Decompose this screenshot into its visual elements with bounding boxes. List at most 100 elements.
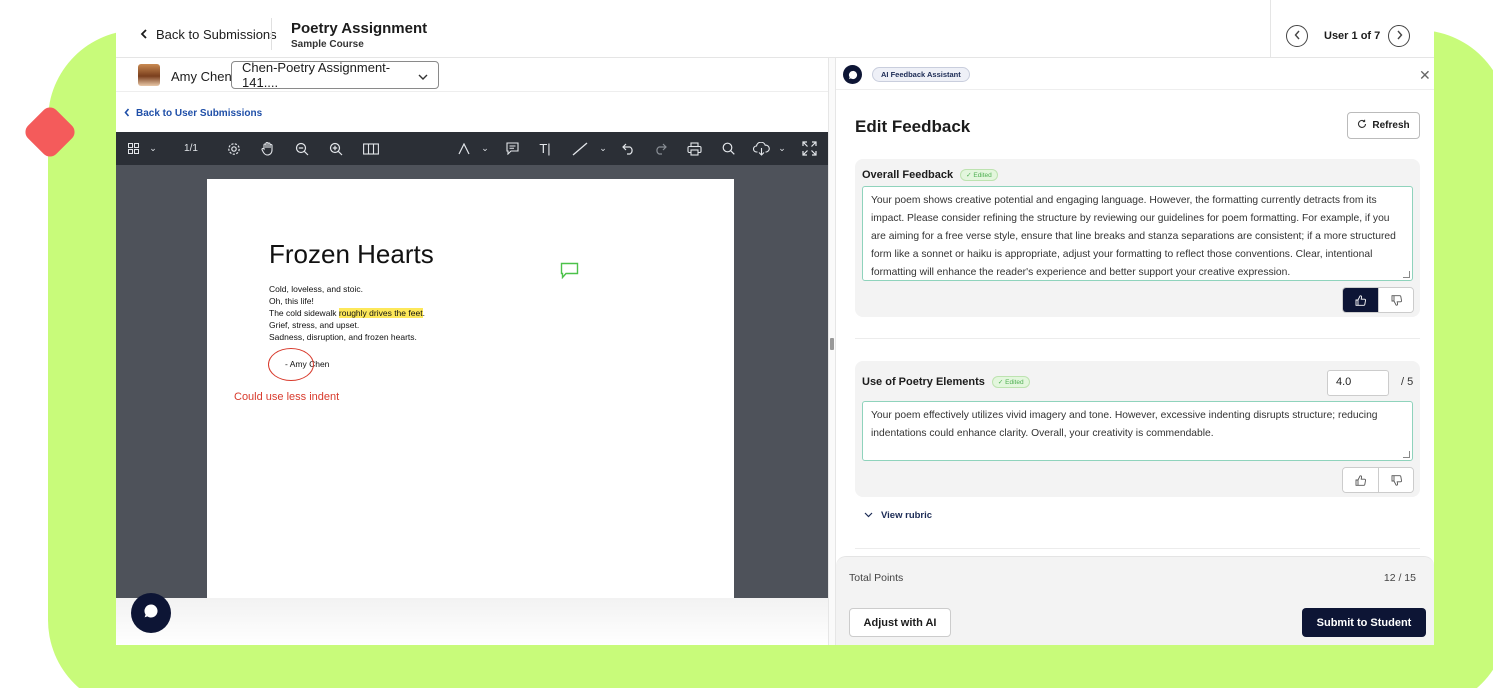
poem-line: Sadness, disruption, and frozen hearts. [269,332,417,342]
edited-badge: ✓ Edited [960,169,998,181]
back-to-user-submissions-link[interactable]: Back to User Submissions [124,108,262,120]
edited-badge: ✓ Edited [991,376,1030,388]
download-cloud-icon[interactable] [751,132,771,165]
chat-launcher-button[interactable] [131,593,171,633]
overall-feedback-textarea[interactable]: Your poem shows creative potential and e… [862,186,1413,281]
poem-title: Frozen Hearts [269,239,434,269]
ai-panel-header: AI Feedback Assistant ✕ [836,58,1434,90]
view-rubric-toggle[interactable]: View rubric [864,510,932,521]
course-subtitle: Sample Course [291,39,364,50]
back-to-user-submissions-label: Back to User Submissions [136,108,263,119]
user-counter: User 1 of 7 [1324,30,1381,42]
chevron-down-icon[interactable]: ⌄ [479,132,491,165]
settings-gear-icon[interactable] [225,132,243,165]
section-divider [855,548,1420,549]
poetry-elements-text: Your poem effectively utilizes vivid ima… [871,410,1378,439]
undo-icon[interactable] [619,132,637,165]
overall-feedback-card: Overall Feedback ✓ Edited Your poem show… [855,159,1420,317]
score-max: / 5 [1401,376,1414,388]
circle-annotation[interactable] [268,348,314,381]
comment-note-icon[interactable] [503,132,521,165]
document-viewer[interactable]: Frozen Hearts Cold, loveless, and stoic.… [116,165,828,598]
highlight-annotation[interactable]: roughly drives the feet [338,308,423,318]
refresh-icon [1357,119,1367,132]
thumbnails-grid-icon[interactable] [124,132,142,165]
adjust-with-ai-button[interactable]: Adjust with AI [849,608,951,637]
text-annotation[interactable]: Could use less indent [234,391,339,403]
viewer-footer [116,598,828,645]
back-to-submissions-label: Back to Submissions [156,27,277,42]
pan-hand-icon[interactable] [258,132,278,165]
student-row: Amy Chen Chen-Poetry Assignment-141.... [116,58,828,92]
total-points-label: Total Points [849,572,904,584]
refresh-button[interactable]: Refresh [1347,112,1420,139]
close-icon[interactable]: ✕ [1419,67,1431,84]
total-points-value: 12 / 15 [1383,572,1416,584]
grading-footer: Total Points 12 / 15 Adjust with AI Subm… [836,556,1434,645]
header-divider [271,18,272,50]
page-title: Poetry Assignment [291,20,428,37]
top-header: Back to Submissions Poetry Assignment Sa… [116,0,1434,58]
poetry-elements-label: Use of Poetry Elements [862,376,985,388]
score-input[interactable]: 4.0 [1327,370,1389,396]
poetry-elements-textarea[interactable]: Your poem effectively utilizes vivid ima… [862,401,1413,461]
chevron-down-icon[interactable]: ⌄ [597,132,609,165]
submission-select[interactable]: Chen-Poetry Assignment-141.... [231,60,439,90]
poem-body: Cold, loveless, and stoic. Oh, this life… [269,283,425,343]
poem-line: The cold sidewalk roughly drives the fee… [269,307,425,319]
section-divider [855,338,1420,339]
search-icon[interactable] [719,132,737,165]
chevron-down-icon [418,68,428,83]
submission-select-value: Chen-Poetry Assignment-141.... [242,60,391,90]
zoom-out-icon[interactable] [293,132,311,165]
chevron-down-icon[interactable]: ⌄ [147,132,159,165]
next-user-button[interactable] [1388,25,1410,47]
pen-draw-icon[interactable] [457,132,471,165]
poetry-elements-header: Use of Poetry Elements ✓ Edited [862,376,1030,388]
grip-icon [830,338,834,350]
thumbs-up-icon[interactable] [1343,288,1378,312]
view-rubric-label: View rubric [881,510,933,521]
ai-feedback-panel: AI Feedback Assistant ✕ Edit Feedback Re… [836,58,1434,645]
overall-feedback-text: Your poem shows creative potential and e… [871,195,1396,278]
zoom-in-icon[interactable] [327,132,345,165]
poem-line-text: The cold sidewalk [269,308,339,318]
poem-line-text: . [422,308,425,318]
thumbs-down-icon[interactable] [1378,288,1413,312]
student-name: Amy Chen [171,69,232,84]
chevron-left-icon [140,27,148,42]
chevron-left-icon [1294,29,1301,43]
previous-user-button[interactable] [1286,25,1308,47]
assignment-title-block: Poetry Assignment Sample Course [291,20,427,50]
grading-app-window: Back to Submissions Poetry Assignment Sa… [116,0,1434,645]
poem-line: Cold, loveless, and stoic. [269,284,364,294]
pane-resize-handle[interactable] [828,58,836,645]
chevron-down-icon[interactable]: ⌄ [776,132,788,165]
back-to-submissions-link[interactable]: Back to Submissions [140,27,277,42]
thumbs-up-icon[interactable] [1343,468,1378,492]
line-tool-icon[interactable] [570,132,590,165]
overall-feedback-label: Overall Feedback [862,169,954,181]
comment-annotation-icon[interactable] [560,262,579,284]
document-page: Frozen Hearts Cold, loveless, and stoic.… [207,179,734,598]
header-divider-right [1270,0,1271,58]
print-icon[interactable] [684,132,704,165]
avatar [138,64,160,86]
text-tool-icon[interactable]: T| [537,132,553,165]
chat-bubble-icon [143,603,159,624]
annotation-toolbar: ⌄ 1/1 ⌄ T| ⌄ ⌄ [116,132,828,165]
thumbs-down-icon[interactable] [1378,468,1413,492]
fullscreen-expand-icon[interactable] [799,132,819,165]
redo-icon[interactable] [651,132,669,165]
poetry-elements-card: Use of Poetry Elements ✓ Edited 4.0 / 5 … [855,361,1420,497]
resize-handle-icon[interactable] [1403,271,1410,278]
resize-handle-icon[interactable] [1403,451,1410,458]
edit-feedback-title: Edit Feedback [855,117,971,136]
poetry-elements-rating [1342,467,1414,493]
ai-assistant-badge: AI Feedback Assistant [872,67,970,82]
page-layout-icon[interactable] [361,132,381,165]
submit-to-student-button[interactable]: Submit to Student [1302,608,1426,637]
chevron-right-icon [1396,29,1403,43]
overall-feedback-rating [1342,287,1414,313]
page-indicator: 1/1 [184,143,198,154]
